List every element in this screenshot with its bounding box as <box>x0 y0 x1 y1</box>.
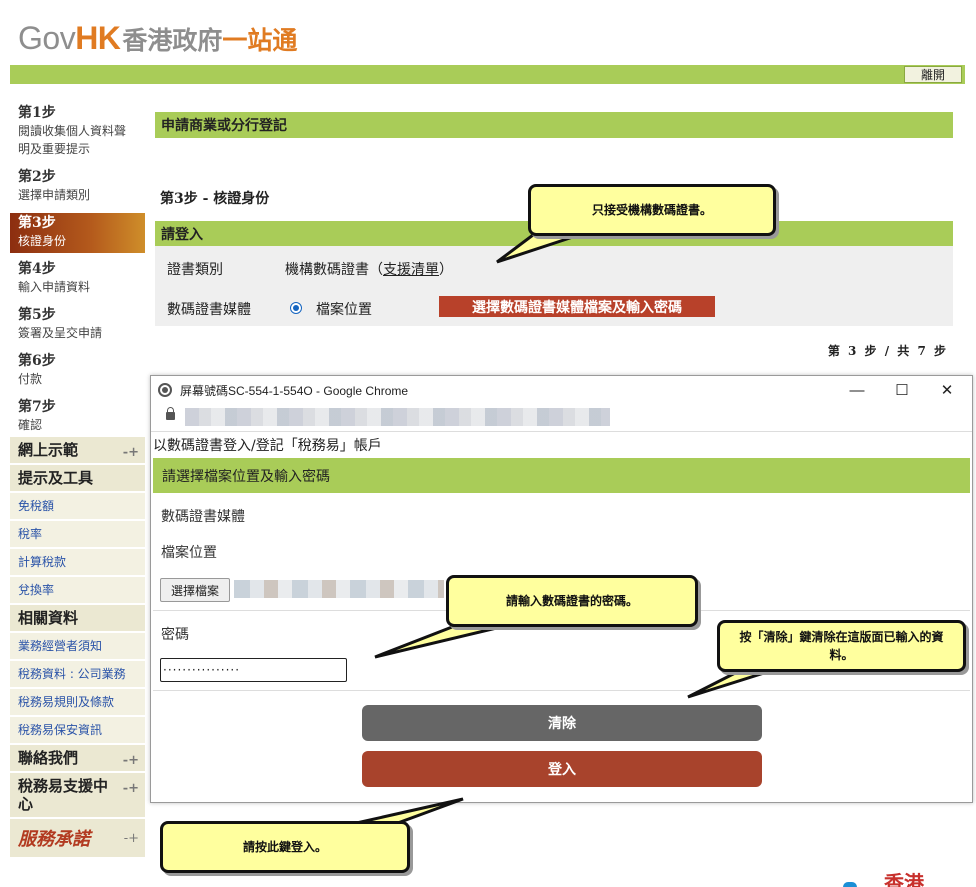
callout-org-cert-only: 只接受機構數碼證書。 <box>528 184 776 236</box>
clear-button[interactable]: 清除 <box>362 705 762 741</box>
step-title: 第3步 <box>18 215 56 231</box>
step-desc: 確認 <box>18 418 43 432</box>
maximize-icon[interactable]: ☐ <box>887 380 917 400</box>
step-6: 第6步 付款 <box>10 351 145 391</box>
footer-logo-text: 香港 <box>884 871 924 887</box>
expand-icon: -+ <box>123 831 139 846</box>
menu-label: 網上示範 <box>18 441 79 459</box>
expand-icon: -+ <box>122 781 139 796</box>
select-cert-file-button[interactable]: 選擇數碼證書媒體檔案及輸入密碼 <box>439 296 715 317</box>
popup-medium-label: 數碼證書媒體 <box>161 509 245 525</box>
section-title-bar: 申請商業或分行登記 <box>155 112 953 138</box>
top-bar: 離開 <box>10 65 965 84</box>
menu-label: 聯絡我們 <box>18 749 79 767</box>
callout-press-login: 請按此鍵登入。 <box>160 821 410 873</box>
partial-logo-icon <box>843 882 857 887</box>
cert-type-close: ） <box>439 262 453 278</box>
step-title: 第2步 <box>18 169 56 185</box>
step-2: 第2步 選擇申請類別 <box>10 167 145 207</box>
govhk-logo[interactable]: Gov HK 香港政府 一站通 <box>18 20 297 56</box>
logo-zh-text: 香港政府 <box>122 26 223 55</box>
menu-link-terms[interactable]: 稅務易規則及條款 <box>10 689 145 717</box>
close-icon[interactable]: ✕ <box>932 380 962 400</box>
step-desc: 選擇申請類別 <box>18 188 91 202</box>
cert-type-text: 機構數碼證書（ <box>285 262 383 278</box>
menu-link-operator-notes[interactable]: 業務經營者須知 <box>10 633 145 661</box>
password-label: 密碼 <box>161 627 189 643</box>
expand-icon: -+ <box>122 753 139 768</box>
service-pledge-logo: 服務承諾 <box>18 829 90 850</box>
step-title: 第7步 <box>18 399 56 415</box>
menu-related-info: 相關資料 <box>10 605 145 633</box>
popup-page-title: 以數碼證書登入/登記「稅務易」帳戶 <box>151 431 972 457</box>
address-bar[interactable] <box>151 404 972 431</box>
side-menu: 網上示範 -+ 提示及工具 免稅額 稅率 計算稅款 兌換率 相關資料 業務經營者須… <box>10 437 145 859</box>
chrome-icon <box>158 383 172 397</box>
menu-online-demo[interactable]: 網上示範 -+ <box>10 437 145 465</box>
menu-contact-us[interactable]: 聯絡我們 -+ <box>10 745 145 773</box>
step-7: 第7步 確認 <box>10 397 145 437</box>
expand-icon: -+ <box>122 445 139 460</box>
blurred-url <box>185 408 610 426</box>
step-1: 第1步 閱讀收集個人資料聲明及重要提示 <box>10 103 145 161</box>
window-titlebar: 屏幕號碼SC-554-1-554O - Google Chrome — ☐ ✕ <box>151 376 972 404</box>
login-bar-title: 請登入 <box>161 226 203 243</box>
window-title: 屏幕號碼SC-554-1-554O - Google Chrome <box>180 383 409 398</box>
menu-link-allowances[interactable]: 免稅額 <box>10 493 145 521</box>
step-desc: 核證身份 <box>18 234 67 248</box>
password-input[interactable]: ················ <box>160 658 347 682</box>
minimize-icon[interactable]: — <box>842 380 872 400</box>
step-title: 第6步 <box>18 353 56 369</box>
step-5: 第5步 簽署及呈交申請 <box>10 305 145 345</box>
menu-label: 相關資料 <box>18 609 79 627</box>
file-location-option: 檔案位置 <box>316 302 372 318</box>
cert-type-value: 機構數碼證書（支援清單） <box>285 259 453 279</box>
step-3-active: 第3步 核證身份 <box>10 213 145 253</box>
login-button[interactable]: 登入 <box>362 751 762 787</box>
file-location-radio[interactable] <box>290 302 302 314</box>
lock-icon <box>166 407 175 420</box>
step-title: 第4步 <box>18 261 56 277</box>
menu-tips-tools: 提示及工具 <box>10 465 145 493</box>
logout-button[interactable]: 離開 <box>904 66 962 83</box>
menu-link-tax-calc[interactable]: 計算稅款 <box>10 549 145 577</box>
divider <box>153 690 970 691</box>
step-4: 第4步 輸入申請資料 <box>10 259 145 299</box>
menu-service-pledge[interactable]: 服務承諾 -+ <box>10 819 145 859</box>
menu-link-tax-rates[interactable]: 稅率 <box>10 521 145 549</box>
popup-bar-title: 請選擇檔案位置及輸入密碼 <box>162 468 330 485</box>
logo-zh2-text: 一站通 <box>222 26 298 55</box>
step-desc: 閱讀收集個人資料聲明及重要提示 <box>18 124 127 156</box>
menu-link-company-tax-info[interactable]: 稅務資料 : 公司業務 <box>10 661 145 689</box>
menu-label: 提示及工具 <box>18 469 94 487</box>
step-title: 第5步 <box>18 307 56 323</box>
logo-hk-text: HK <box>75 20 121 56</box>
step-list: 第1步 閱讀收集個人資料聲明及重要提示 第2步 選擇申請類別 第3步 核證身份 … <box>10 103 145 443</box>
step-desc: 輸入申請資料 <box>18 280 91 294</box>
step-desc: 簽署及呈交申請 <box>18 326 103 340</box>
menu-support-centre[interactable]: 稅務易支援中心 -+ <box>10 773 145 819</box>
cert-info-panel: 證書類別 機構數碼證書（支援清單） 數碼證書媒體 檔案位置 選擇數碼證書媒體檔案… <box>155 246 953 326</box>
menu-label: 稅務易支援中心 <box>18 777 109 813</box>
choose-file-button[interactable]: 選擇檔案 <box>160 578 230 602</box>
menu-link-security[interactable]: 稅務易保安資訊 <box>10 717 145 745</box>
page-indicator: 第 3 步 / 共 7 步 <box>827 344 948 358</box>
blurred-file-path <box>234 580 444 598</box>
popup-green-bar: 請選擇檔案位置及輸入密碼 <box>153 458 970 493</box>
logo-gov-text: Gov <box>18 20 76 56</box>
step-desc: 付款 <box>18 372 43 386</box>
support-list-link[interactable]: 支援清單 <box>383 262 439 278</box>
step-title: 第1步 <box>18 105 56 121</box>
medium-label: 數碼證書媒體 <box>167 302 251 318</box>
popup-file-label: 檔案位置 <box>161 545 217 561</box>
step-heading: 第3步 - 核證身份 <box>160 191 270 207</box>
callout-enter-password: 請輸入數碼證書的密碼。 <box>446 575 698 627</box>
menu-link-exchange[interactable]: 兌換率 <box>10 577 145 605</box>
cert-type-label: 證書類別 <box>167 262 223 278</box>
callout-clear-info: 按「清除」鍵清除在這版面已輸入的資料。 <box>717 620 966 672</box>
section-title: 申請商業或分行登記 <box>161 118 287 134</box>
